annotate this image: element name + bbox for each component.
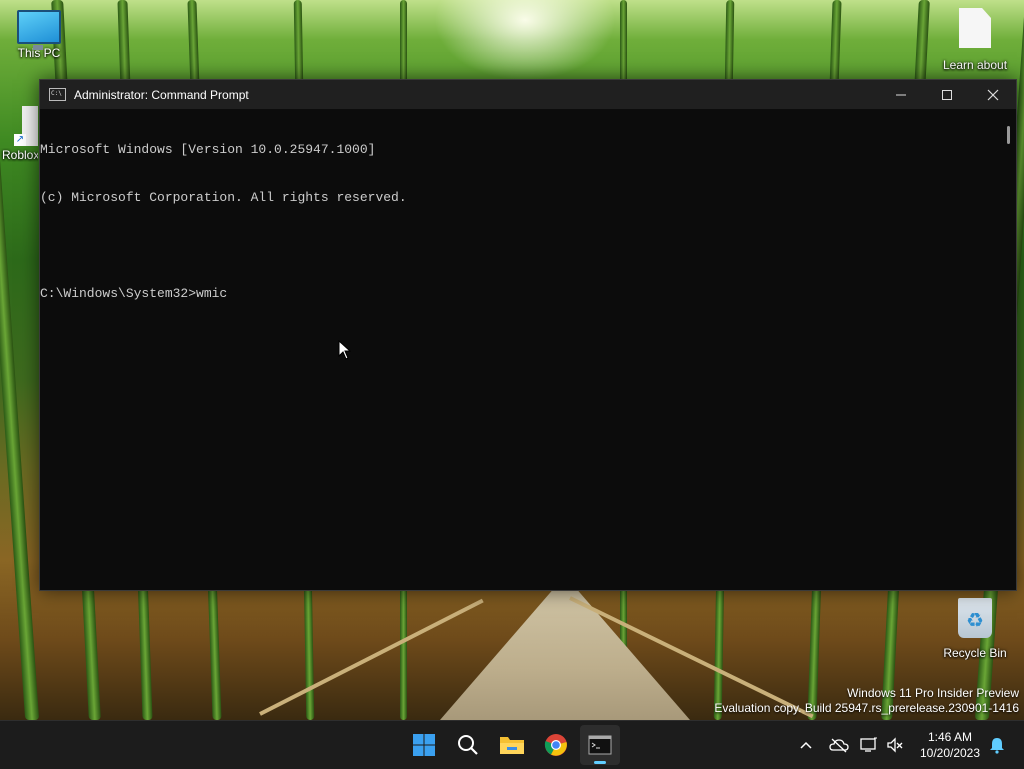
desktop-icon-this-pc[interactable]: This PC <box>1 10 77 60</box>
shortcut-arrow-icon: ↗ <box>14 134 26 146</box>
minimize-icon <box>896 94 906 95</box>
search-icon <box>458 735 478 755</box>
network-off-icon <box>829 738 849 753</box>
stone-path <box>440 590 690 720</box>
maximize-icon <box>942 89 952 100</box>
cmd-icon: C:\ <box>49 88 66 101</box>
desktop-icon-learn-about[interactable]: Learn about <box>937 8 1013 72</box>
taskbar: 1:46 AM 10/20/2023 <box>0 720 1024 769</box>
notification-button[interactable] <box>986 721 1008 769</box>
bamboo-fence-left <box>259 598 484 716</box>
volume-button[interactable] <box>884 721 906 769</box>
chrome-button[interactable] <box>536 725 576 765</box>
watermark-build: Evaluation copy. Build 25947.rs_prerelea… <box>714 701 1019 715</box>
bell-icon <box>990 738 1004 754</box>
close-button[interactable] <box>970 80 1016 109</box>
chevron-up-icon <box>800 741 812 749</box>
desktop-icon-label: Roblox <box>2 148 38 162</box>
search-button[interactable] <box>448 725 488 765</box>
onedrive-status-button[interactable] <box>826 721 852 769</box>
recycle-bin-icon: ♻ <box>958 598 992 638</box>
start-button[interactable] <box>404 725 444 765</box>
taskbar-clock[interactable]: 1:46 AM 10/20/2023 <box>912 729 988 761</box>
watermark-edition: Windows 11 Pro Insider Preview <box>847 686 1019 700</box>
volume-muted-icon <box>887 737 903 753</box>
chrome-icon <box>544 734 567 756</box>
desktop-icon-label: Recycle Bin <box>943 646 1007 660</box>
terminal-icon <box>588 735 612 755</box>
terminal-button[interactable] <box>580 725 620 765</box>
console-line: (c) Microsoft Corporation. All rights re… <box>40 190 407 205</box>
scrollbar-thumb[interactable] <box>1007 126 1010 144</box>
document-icon <box>959 8 991 48</box>
active-app-indicator <box>594 761 606 764</box>
desktop-icon-recycle-bin[interactable]: ♻ Recycle Bin <box>937 598 1013 660</box>
display-icon <box>860 737 877 752</box>
clock-date: 10/20/2023 <box>919 746 981 760</box>
this-pc-icon <box>17 10 61 50</box>
window-title: Administrator: Command Prompt <box>74 87 249 102</box>
desktop-icon-label: Learn about <box>942 58 1008 72</box>
windows-watermark: Windows 11 Pro Insider Preview Evaluatio… <box>714 686 1019 716</box>
maximize-button[interactable] <box>924 80 970 109</box>
file-explorer-button[interactable] <box>492 725 532 765</box>
file-explorer-icon <box>500 737 524 754</box>
close-icon <box>987 89 999 100</box>
console-line: Microsoft Windows [Version 10.0.25947.10… <box>40 142 376 157</box>
show-hidden-icons-button[interactable] <box>794 721 818 769</box>
desktop-icon-roblox[interactable]: ↗ Roblox <box>0 106 38 162</box>
console-scrollbar[interactable] <box>1002 110 1016 590</box>
console-prompt-line[interactable]: C:\Windows\System32>wmic <box>40 286 1002 302</box>
minimize-button[interactable] <box>878 80 924 109</box>
command-prompt-window[interactable]: C:\ Administrator: Command Prompt Micros… <box>39 79 1017 591</box>
roblox-shortcut-icon: ↗ <box>14 106 38 146</box>
console-output[interactable]: Microsoft Windows [Version 10.0.25947.10… <box>40 110 1002 590</box>
network-button[interactable] <box>858 721 880 769</box>
window-titlebar[interactable]: C:\ Administrator: Command Prompt <box>40 80 1016 109</box>
start-icon <box>413 734 435 756</box>
clock-time: 1:46 AM <box>927 730 973 744</box>
